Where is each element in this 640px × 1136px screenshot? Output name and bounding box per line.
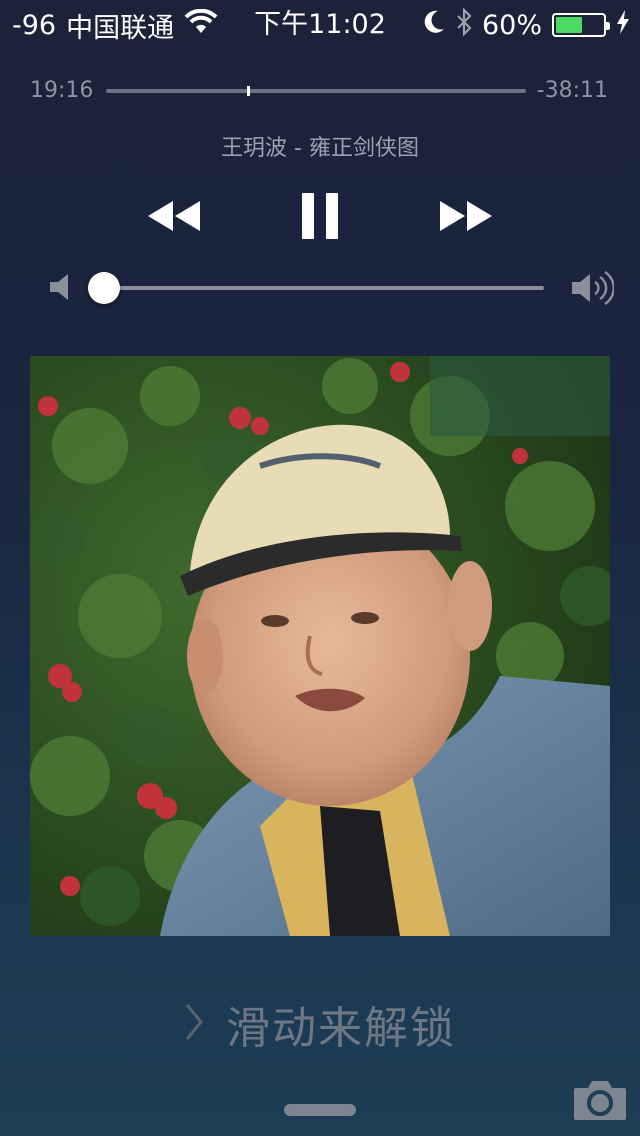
- rewind-button[interactable]: [140, 186, 206, 246]
- speaker-low-icon: [48, 272, 72, 306]
- remaining-time: -38:11: [536, 78, 608, 103]
- chevron-right-icon: [184, 1002, 204, 1046]
- fast-forward-icon: [440, 201, 492, 231]
- volume-control: [48, 266, 615, 310]
- album-art-illustration: [30, 356, 610, 936]
- charging-bolt-icon: [616, 9, 630, 41]
- song-title: 王玥波 - 雍正剑侠图: [221, 136, 419, 161]
- rewind-icon: [148, 201, 200, 231]
- pause-icon: [302, 193, 338, 239]
- battery-cap: [606, 22, 610, 30]
- speaker-high-icon: [570, 270, 615, 310]
- unlock-label: 滑动来解锁: [226, 1003, 456, 1054]
- status-right: 60%: [422, 6, 630, 43]
- bluetooth-icon: [456, 6, 472, 43]
- track-progress: 19:16 -38:11: [30, 74, 610, 110]
- volume-thumb[interactable]: [88, 272, 120, 304]
- battery-percent: 60%: [481, 9, 542, 41]
- control-center-grabber[interactable]: [284, 1104, 356, 1116]
- battery-fill: [556, 17, 582, 33]
- volume-slider[interactable]: [88, 272, 544, 304]
- fast-forward-button[interactable]: [434, 186, 500, 246]
- camera-button[interactable]: [572, 1078, 628, 1122]
- scrubber-head[interactable]: [247, 86, 251, 96]
- battery-icon: [552, 13, 610, 37]
- status-bar: -96 中国联通 下午11:02 60%: [0, 0, 640, 50]
- album-art-image: [30, 356, 610, 936]
- camera-icon: [574, 1081, 626, 1120]
- scrubber-track[interactable]: [106, 86, 526, 96]
- moon-icon: [422, 9, 446, 42]
- elapsed-time: 19:16: [30, 78, 94, 103]
- playback-controls: [0, 186, 640, 246]
- pause-button[interactable]: [290, 186, 350, 246]
- slide-to-unlock[interactable]: 滑动来解锁: [0, 992, 640, 1054]
